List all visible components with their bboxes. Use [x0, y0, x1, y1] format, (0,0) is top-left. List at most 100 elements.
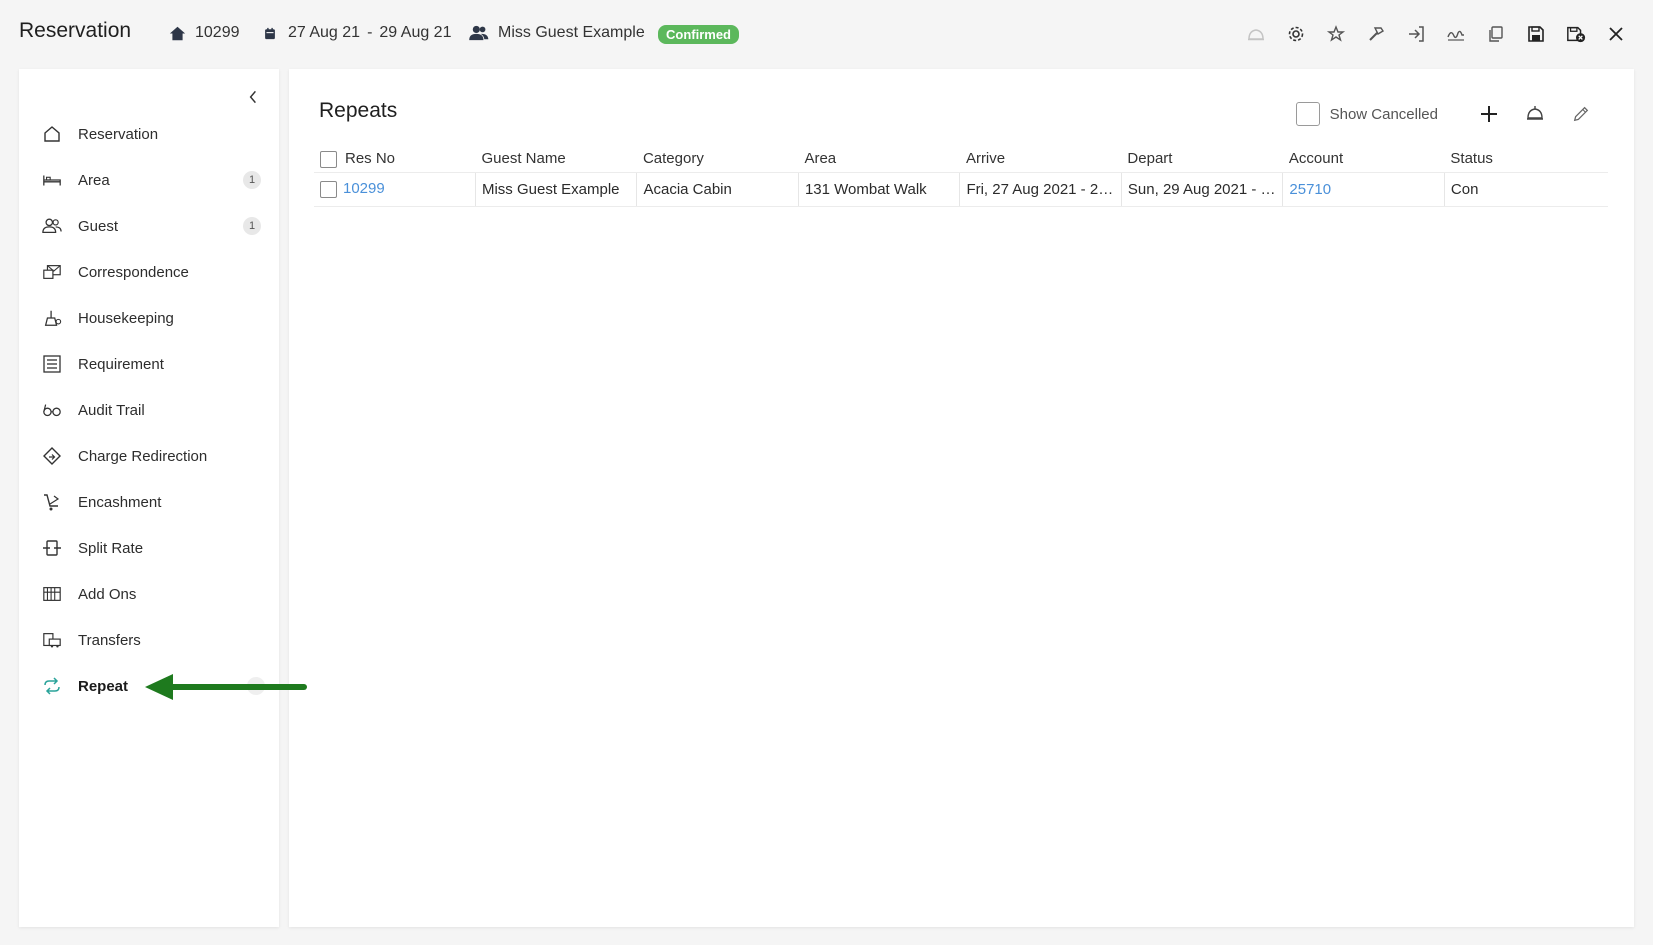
reservation-number-value: 10299 [195, 24, 240, 41]
annotation-arrow-icon [145, 674, 307, 700]
show-cancelled-checkbox[interactable] [1295, 102, 1320, 126]
bell-icon[interactable] [1241, 20, 1271, 48]
sidebar-item-transfers[interactable]: Transfers [19, 617, 279, 663]
chevron-left-icon[interactable] [243, 87, 263, 107]
gear-icon[interactable] [1281, 20, 1311, 48]
sidebar-item-label: Area [78, 171, 110, 189]
sidebar-item-label: Add Ons [78, 585, 137, 603]
bed-icon [41, 169, 63, 191]
stay-dates: 27 Aug 21 - 29 Aug 21 [261, 24, 451, 42]
sidebar: Reservation Area 1 Guest 1 Correspondenc… [19, 69, 279, 927]
panel-actions: Show Cancelled [1295, 99, 1596, 129]
column-header-area[interactable]: Area [798, 146, 959, 172]
bell-icon[interactable] [1520, 99, 1550, 129]
column-header-category[interactable]: Category [637, 146, 798, 172]
split-rate-icon [41, 537, 63, 559]
house-icon [41, 123, 63, 145]
transfers-icon [41, 629, 63, 651]
add-ons-icon [41, 583, 63, 605]
repeat-icon [41, 675, 63, 697]
date-to: 29 Aug 21 [379, 24, 452, 41]
sidebar-item-requirement[interactable]: Requirement [19, 341, 279, 387]
reservation-number: 10299 [168, 24, 240, 42]
sidebar-item-guest[interactable]: Guest 1 [19, 203, 279, 249]
sidebar-item-area[interactable]: Area 1 [19, 157, 279, 203]
magic-wand-icon[interactable] [1321, 20, 1351, 48]
panel-title: Repeats [319, 99, 398, 122]
sidebar-item-label: Housekeeping [78, 309, 174, 327]
guest-name: Miss Guest Example [498, 24, 645, 41]
column-header-status[interactable]: Status [1444, 146, 1608, 172]
redirect-icon [41, 445, 63, 467]
correspondence-icon [41, 261, 63, 283]
save-close-icon[interactable] [1561, 20, 1591, 48]
house-icon [168, 24, 186, 42]
copy-icon[interactable] [1481, 20, 1511, 48]
cell-status: Con [1443, 171, 1608, 207]
column-header-arrive[interactable]: Arrive [960, 146, 1121, 172]
close-icon[interactable] [1601, 20, 1631, 48]
check-in-icon[interactable] [1401, 20, 1431, 48]
cart-icon [41, 491, 63, 513]
sidebar-item-label: Correspondence [78, 263, 189, 281]
cell-account: 25710 [1282, 171, 1445, 207]
column-header-depart[interactable]: Depart [1121, 146, 1282, 172]
cell-category: Acacia Cabin [636, 171, 799, 207]
cell-guest-name: Miss Guest Example [474, 171, 637, 207]
cell-res-no: 10299 [314, 171, 476, 207]
sidebar-item-add-ons[interactable]: Add Ons [19, 571, 279, 617]
show-cancelled-toggle[interactable]: Show Cancelled [1295, 102, 1438, 126]
cell-depart: Sun, 29 Aug 2021 - 1... [1120, 171, 1283, 207]
save-icon[interactable] [1521, 20, 1551, 48]
sidebar-item-charge-redirection[interactable]: Charge Redirection [19, 433, 279, 479]
count-badge: 1 [243, 217, 261, 235]
sidebar-nav: Reservation Area 1 Guest 1 Correspondenc… [19, 111, 279, 709]
status-badge: Confirmed [658, 25, 739, 44]
calendar-icon [261, 24, 279, 42]
date-separator: - [367, 24, 373, 41]
row-checkbox[interactable] [320, 180, 337, 198]
guests-icon [469, 24, 489, 42]
sidebar-item-label: Encashment [78, 493, 162, 511]
cell-arrive: Fri, 27 Aug 2021 - 2:0... [959, 171, 1122, 207]
page-title: Reservation [19, 19, 132, 42]
sidebar-item-label: Charge Redirection [78, 447, 208, 465]
requirement-icon [41, 353, 63, 375]
sidebar-item-label: Guest [78, 217, 119, 235]
guests-icon [41, 215, 63, 237]
sidebar-item-label: Transfers [78, 631, 141, 649]
sidebar-item-label: Requirement [78, 355, 164, 373]
pencil-icon[interactable] [1566, 99, 1596, 129]
show-cancelled-label: Show Cancelled [1329, 105, 1438, 123]
column-header-account[interactable]: Account [1283, 146, 1444, 172]
housekeeping-icon [41, 307, 63, 329]
sidebar-item-audit-trail[interactable]: Audit Trail [19, 387, 279, 433]
sidebar-item-encashment[interactable]: Encashment [19, 479, 279, 525]
header-toolbar [1241, 20, 1631, 48]
select-all-checkbox[interactable] [320, 150, 337, 168]
sidebar-item-housekeeping[interactable]: Housekeeping [19, 295, 279, 341]
tools-icon[interactable] [1361, 20, 1391, 48]
column-header-res-no[interactable]: Res No [314, 146, 475, 172]
sidebar-item-label: Repeat [78, 677, 129, 695]
signature-icon[interactable] [1441, 20, 1471, 48]
header-bar: Reservation 10299 27 Aug 21 - 29 Aug 21 … [0, 0, 1653, 68]
plus-icon[interactable] [1474, 99, 1504, 129]
table-header-row: Res No Guest Name Category Area Arrive D… [314, 146, 1608, 172]
sidebar-item-label: Audit Trail [78, 401, 145, 419]
sidebar-item-reservation[interactable]: Reservation [19, 111, 279, 157]
guest-summary: Miss Guest Example [469, 24, 645, 42]
date-from: 27 Aug 21 [288, 24, 361, 41]
repeats-panel: Repeats Show Cancelled Res No Guest Name [289, 69, 1634, 927]
res-no-link[interactable]: 10299 [343, 180, 385, 197]
table-row[interactable]: 10299 Miss Guest Example Acacia Cabin 13… [314, 171, 1608, 207]
account-link[interactable]: 25710 [1289, 181, 1331, 198]
count-badge: 1 [243, 171, 261, 189]
repeats-table: Res No Guest Name Category Area Arrive D… [314, 146, 1608, 207]
sidebar-item-label: Split Rate [78, 539, 144, 557]
cell-area: 131 Wombat Walk [797, 171, 960, 207]
sidebar-item-label: Reservation [78, 125, 159, 143]
sidebar-item-split-rate[interactable]: Split Rate [19, 525, 279, 571]
column-header-guest-name[interactable]: Guest Name [475, 146, 636, 172]
sidebar-item-correspondence[interactable]: Correspondence [19, 249, 279, 295]
